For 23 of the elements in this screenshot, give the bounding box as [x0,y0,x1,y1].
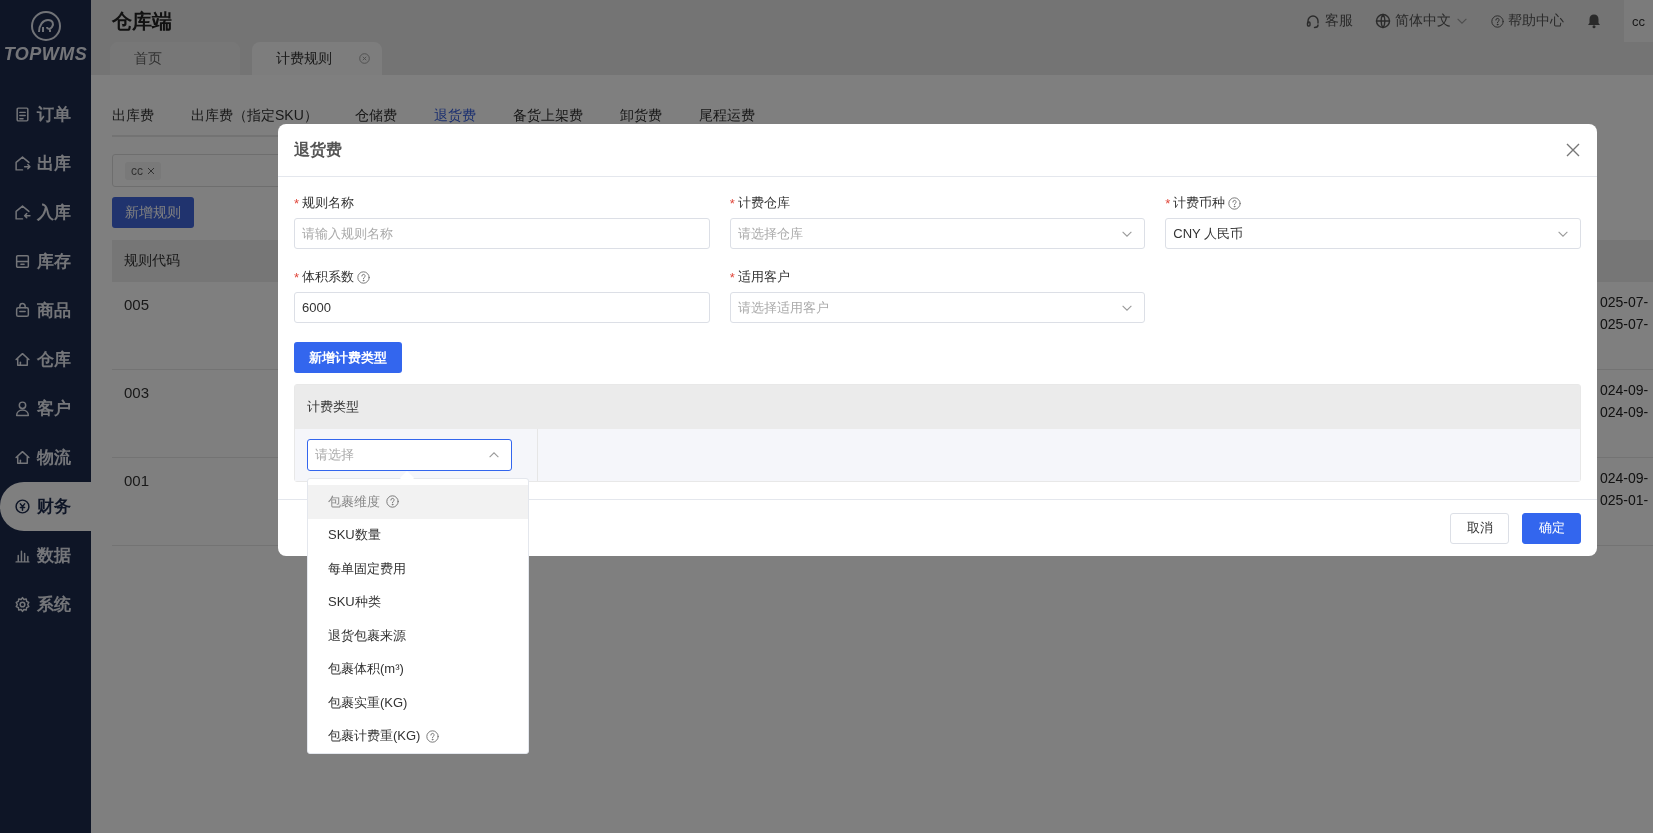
table-header: 计费类型 [307,398,359,416]
required-mark: * [294,269,300,285]
field-value: 6000 [302,300,331,315]
placeholder-text: 请输入规则名称 [302,224,393,243]
placeholder-text: 请选择仓库 [737,224,803,243]
dialog-title: 退货费 [294,139,342,161]
field-label: 规则名称 [302,194,355,212]
required-mark: * [729,195,735,211]
required-mark: * [1165,195,1171,211]
date-text: 024-09- [1600,404,1650,420]
field-label: 计费仓库 [737,194,790,212]
page-title: 仓库端 [112,8,172,34]
logo-text: TOPWMS [3,44,88,65]
field-label: 计费币种 [1173,194,1226,212]
placeholder-text: 请选择适用客户 [737,298,829,317]
date-text: 024-09- [1600,470,1650,486]
date-text: 025-07- [1600,294,1650,310]
date-text: 024-09- [1600,382,1650,398]
date-text: 025-07- [1600,316,1650,332]
required-mark: * [294,195,300,211]
required-mark: * [729,269,735,285]
field-value: CNY 人民币 [1173,224,1244,243]
date-text: 025-01- [1600,492,1650,508]
